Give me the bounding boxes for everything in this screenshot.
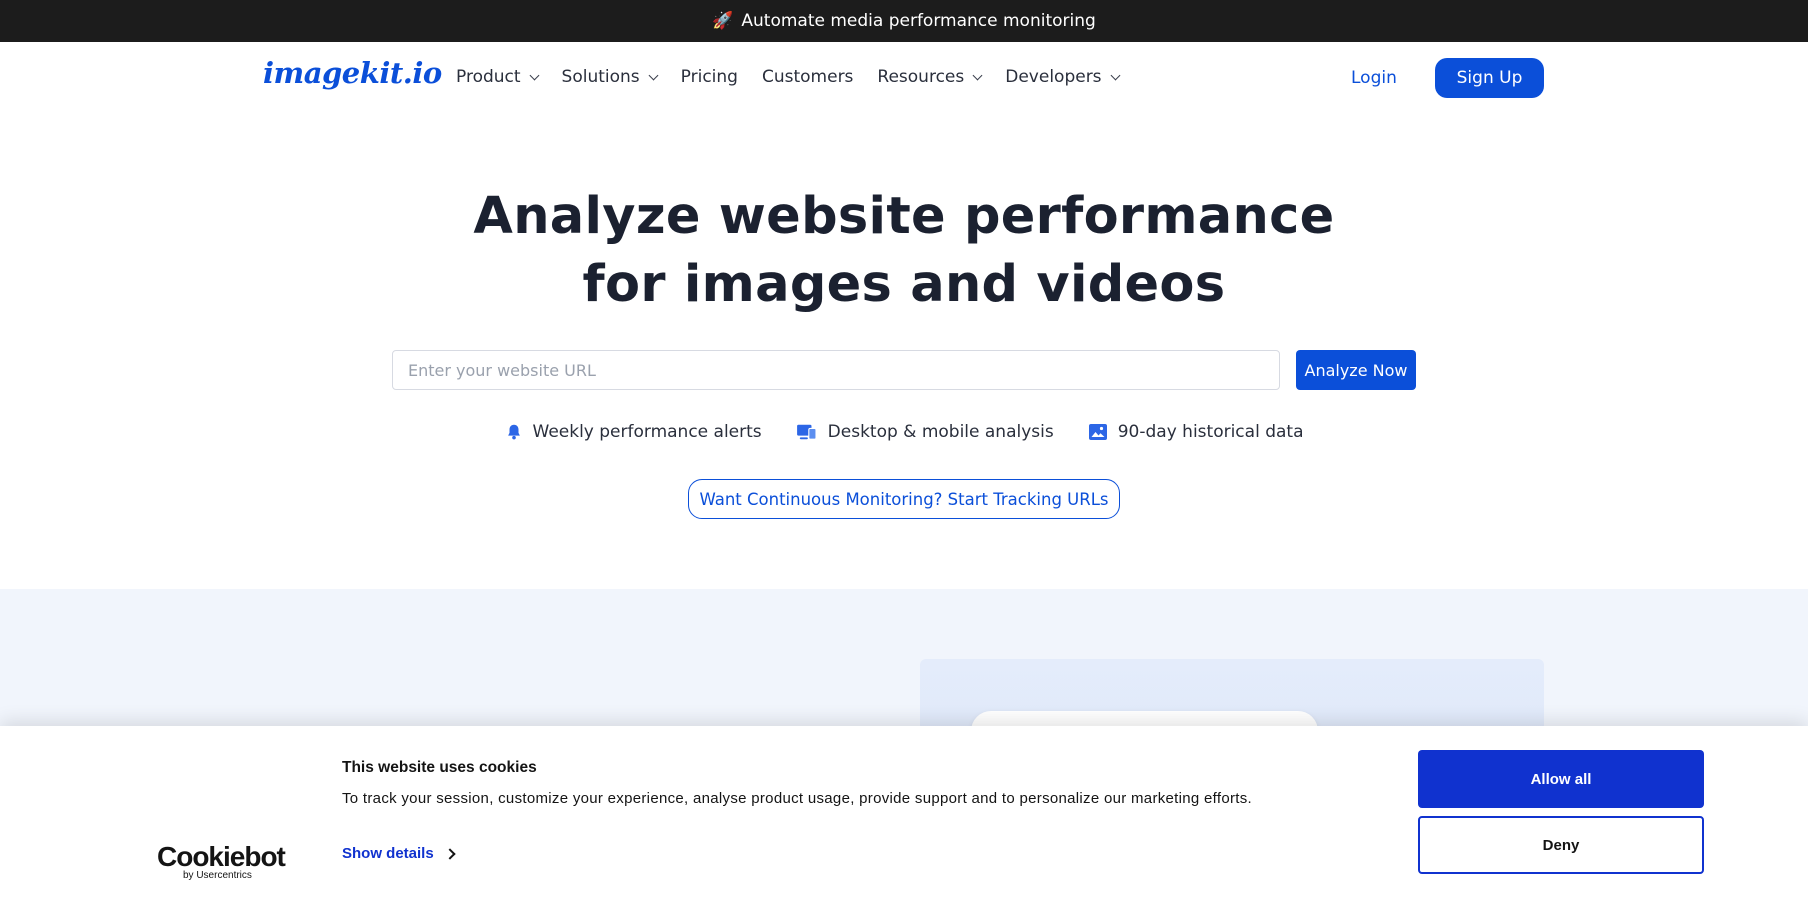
- nav-item-product[interactable]: Product: [456, 67, 539, 87]
- start-tracking-button[interactable]: Want Continuous Monitoring? Start Tracki…: [688, 479, 1120, 519]
- nav-item-developers[interactable]: Developers: [1005, 67, 1120, 87]
- chevron-down-icon: [1110, 70, 1120, 80]
- feature-label: Desktop & mobile analysis: [827, 422, 1054, 442]
- cookie-description: To track your session, customize your ex…: [342, 790, 1253, 807]
- signup-button[interactable]: Sign Up: [1435, 58, 1544, 98]
- nav-item-solutions[interactable]: Solutions: [561, 67, 659, 87]
- nav-item-label: Solutions: [561, 67, 640, 87]
- chevron-down-icon: [648, 70, 659, 80]
- feature-item: 90-day historical data: [1088, 422, 1304, 442]
- website-url-input[interactable]: [392, 350, 1280, 390]
- show-details-label: Show details: [342, 845, 434, 862]
- nav-item-customers[interactable]: Customers: [762, 67, 853, 87]
- nav-menu: Product Solutions Pricing Customers Reso…: [456, 67, 1143, 87]
- feature-item: Desktop & mobile analysis: [796, 422, 1054, 442]
- announcement-bar[interactable]: 🚀 Automate media performance monitoring: [0, 0, 1808, 42]
- announcement-text[interactable]: Automate media performance monitoring: [741, 11, 1095, 31]
- login-link[interactable]: Login: [1351, 68, 1397, 88]
- cookiebot-brand-sub: by Usercentrics: [183, 870, 252, 881]
- feature-item: Weekly performance alerts: [505, 422, 762, 442]
- feature-label: 90-day historical data: [1117, 422, 1304, 442]
- nav-item-label: Resources: [877, 67, 965, 87]
- feature-label: Weekly performance alerts: [532, 422, 762, 442]
- nav-item-resources[interactable]: Resources: [877, 67, 983, 87]
- feature-list: Weekly performance alerts Desktop & mobi…: [0, 422, 1808, 442]
- hero-title-line1: Analyze website performance: [473, 187, 1335, 246]
- chevron-right-icon: [444, 847, 456, 860]
- deny-button[interactable]: Deny: [1418, 816, 1704, 874]
- chevron-down-icon: [529, 70, 539, 80]
- hero-title: Analyze website performance for images a…: [0, 183, 1808, 319]
- hero-title-line2: for images and videos: [582, 255, 1226, 314]
- cookie-banner: Cookiebot by Usercentrics This website u…: [0, 726, 1808, 897]
- main-nav: imagekit.io Product Solutions Pricing Cu…: [0, 42, 1808, 114]
- allow-all-button[interactable]: Allow all: [1418, 750, 1704, 808]
- nav-item-label: Pricing: [680, 67, 738, 87]
- rocket-icon: 🚀: [712, 11, 734, 31]
- devices-icon: [796, 424, 817, 440]
- cookiebot-brand: Cookiebot: [157, 841, 286, 872]
- imagekit-logo[interactable]: imagekit.io: [263, 56, 442, 90]
- nav-item-label: Developers: [1005, 67, 1102, 87]
- nav-item-label: Product: [456, 67, 521, 87]
- cookie-title: This website uses cookies: [342, 759, 537, 776]
- nav-item-pricing[interactable]: Pricing: [681, 67, 738, 87]
- nav-item-label: Customers: [761, 67, 854, 87]
- cookiebot-logo: Cookiebot by Usercentrics: [157, 841, 286, 881]
- image-icon: [1088, 424, 1107, 440]
- bell-icon: [507, 424, 520, 440]
- chevron-down-icon: [972, 70, 983, 80]
- analyze-now-button[interactable]: Analyze Now: [1296, 350, 1416, 390]
- show-details-link[interactable]: Show details: [342, 845, 456, 862]
